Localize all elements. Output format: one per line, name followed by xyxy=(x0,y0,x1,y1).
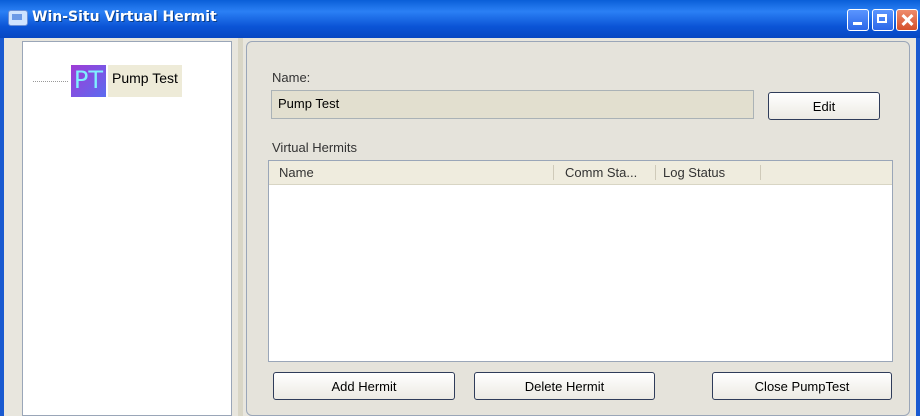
tree-connector xyxy=(33,81,68,82)
name-field[interactable]: Pump Test xyxy=(271,90,754,119)
window-border-right xyxy=(916,38,920,416)
list-header: Name Comm Sta... Log Status xyxy=(269,161,892,185)
app-icon[interactable] xyxy=(8,10,28,26)
main-window: Win-Situ Virtual Hermit PT Pump Test Nam… xyxy=(0,0,920,416)
window-border-left xyxy=(0,38,4,416)
column-header-name[interactable]: Name xyxy=(279,161,314,184)
column-header-comm-status[interactable]: Comm Sta... xyxy=(565,161,637,184)
project-node-icon-text: PT xyxy=(73,66,104,94)
close-pumptest-button[interactable]: Close PumpTest xyxy=(712,372,892,400)
title-bar[interactable]: Win-Situ Virtual Hermit xyxy=(0,0,920,38)
add-hermit-button[interactable]: Add Hermit xyxy=(273,372,455,400)
minimize-button[interactable] xyxy=(847,9,869,31)
virtual-hermits-label: Virtual Hermits xyxy=(272,140,358,155)
close-window-button[interactable] xyxy=(896,9,918,31)
column-separator[interactable] xyxy=(655,165,656,180)
column-separator[interactable] xyxy=(760,165,761,180)
close-icon xyxy=(897,10,917,30)
column-header-log-status[interactable]: Log Status xyxy=(663,161,725,184)
window-title: Win-Situ Virtual Hermit xyxy=(32,9,217,25)
virtual-hermits-list[interactable]: Name Comm Sta... Log Status xyxy=(268,160,893,362)
delete-hermit-button[interactable]: Delete Hermit xyxy=(474,372,655,400)
project-node-label[interactable]: Pump Test xyxy=(108,65,182,97)
project-tree[interactable]: PT Pump Test xyxy=(22,41,232,416)
maximize-button[interactable] xyxy=(872,9,894,31)
splitter[interactable] xyxy=(238,38,243,416)
column-separator[interactable] xyxy=(553,165,554,180)
project-node-icon[interactable]: PT xyxy=(71,65,106,97)
name-label: Name: xyxy=(272,70,311,85)
edit-button[interactable]: Edit xyxy=(768,92,880,120)
